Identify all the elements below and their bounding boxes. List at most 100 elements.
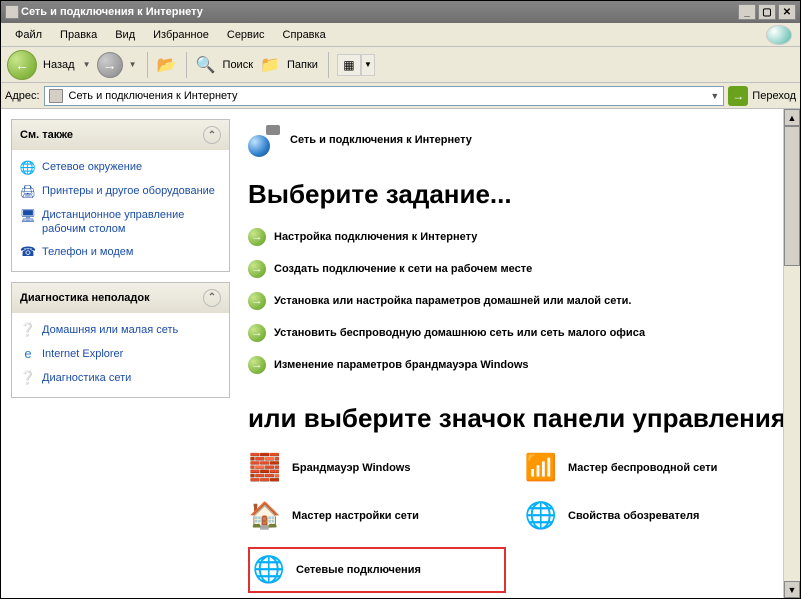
collapse-icon[interactable]: ⌃	[203, 289, 221, 307]
sidebar-item-net-diag[interactable]: ❔ Диагностика сети	[20, 367, 221, 391]
brand-logo-icon	[766, 25, 792, 45]
maximize-button[interactable]: ▢	[758, 4, 776, 20]
sidebar-item-phone[interactable]: ☎Телефон и модем	[20, 241, 221, 265]
ie-icon: e	[20, 347, 36, 363]
task-label: Изменение параметров брандмауэра Windows	[274, 359, 529, 371]
window-title: Сеть и подключения к Интернету	[21, 6, 203, 18]
printer-icon: 🖨	[20, 184, 36, 200]
go-label[interactable]: Переход	[752, 90, 796, 102]
see-also-header[interactable]: См. также ⌃	[12, 120, 229, 150]
arrow-icon: →	[248, 324, 266, 342]
scroll-thumb[interactable]	[784, 126, 800, 266]
breadcrumb: Сеть и подключения к Интернету	[290, 134, 472, 146]
divider	[328, 52, 329, 78]
address-icon	[49, 89, 63, 103]
cp-item-wireless-wizard[interactable]: 📶 Мастер беспроводной сети	[524, 451, 782, 485]
task-label: Установить беспроводную домашнюю сеть ил…	[274, 327, 645, 339]
cp-item-firewall[interactable]: 🧱 Брандмауэр Windows	[248, 451, 506, 485]
cp-item-label: Мастер настройки сети	[292, 510, 419, 522]
view-mode-dropdown[interactable]: ▼	[361, 54, 375, 76]
sidebar-item-label: Диагностика сети	[42, 371, 131, 385]
sidebar-item-label: Internet Explorer	[42, 347, 123, 361]
folders-icon[interactable]: 📁	[259, 54, 281, 76]
address-label: Адрес:	[5, 90, 40, 102]
diagnostics-header[interactable]: Диагностика неполадок ⌃	[12, 283, 229, 313]
sidebar-item-network-places[interactable]: 🌐 Сетевое окружение	[20, 156, 221, 180]
cp-item-label: Свойства обозревателя	[568, 510, 699, 522]
collapse-icon[interactable]: ⌃	[203, 126, 221, 144]
folders-label: Папки	[285, 59, 320, 71]
task-link[interactable]: → Изменение параметров брандмауэра Window…	[248, 356, 792, 374]
forward-button[interactable]: →	[97, 52, 123, 78]
firewall-icon: 🧱	[248, 451, 282, 485]
network-places-icon: 🌐	[20, 160, 36, 176]
minimize-button[interactable]: _	[738, 4, 756, 20]
globe-icon: 🌐	[524, 499, 558, 533]
task-link[interactable]: → Установить беспроводную домашнюю сеть и…	[248, 324, 792, 342]
see-also-title: См. также	[20, 129, 73, 141]
toolbar: ← Назад ▼ → ▼ 📂 🔍 Поиск 📁 Папки ▦ ▼	[1, 47, 800, 83]
sidebar-item-label: Домашняя или малая сеть	[42, 323, 178, 337]
menu-edit[interactable]: Правка	[52, 27, 105, 43]
forward-dropdown[interactable]: ▼	[127, 60, 139, 69]
help-icon: ❔	[20, 323, 36, 339]
search-icon[interactable]: 🔍	[195, 54, 217, 76]
address-dropdown[interactable]: ▼	[710, 91, 719, 101]
arrow-icon: →	[248, 260, 266, 278]
wireless-icon: 📶	[524, 451, 558, 485]
menu-file[interactable]: Файл	[7, 27, 50, 43]
up-folder-icon[interactable]: 📂	[156, 54, 178, 76]
category-icon	[248, 123, 282, 157]
arrow-icon: →	[248, 356, 266, 374]
cp-item-network-wizard[interactable]: 🏠Мастер настройки сети	[248, 499, 506, 533]
divider	[147, 52, 148, 78]
scroll-down-button[interactable]: ▼	[784, 581, 800, 598]
menu-view[interactable]: Вид	[107, 27, 143, 43]
close-button[interactable]: ✕	[778, 4, 796, 20]
back-dropdown[interactable]: ▼	[81, 60, 93, 69]
task-label: Настройка подключения к Интернету	[274, 231, 477, 243]
sidebar-item-remote[interactable]: 🖥 Дистанционное управление рабочим столом	[20, 204, 221, 241]
cp-item-internet-options[interactable]: 🌐 Свойства обозревателя	[524, 499, 782, 533]
address-value: Сеть и подключения к Интернету	[69, 90, 238, 102]
menu-tools[interactable]: Сервис	[219, 27, 273, 43]
go-button[interactable]: →	[728, 86, 748, 106]
back-button[interactable]: ←	[7, 50, 37, 80]
sidebar-item-ie[interactable]: e Internet Explorer	[20, 343, 221, 367]
view-mode-button[interactable]: ▦	[337, 54, 361, 76]
scroll-up-button[interactable]: ▲	[784, 109, 800, 126]
remote-icon: 🖥	[20, 208, 36, 224]
sidebar-item-printers[interactable]: 🖨 Принтеры и другое оборудование	[20, 180, 221, 204]
search-label: Поиск	[221, 59, 255, 71]
cp-item-label: Мастер беспроводной сети	[568, 462, 717, 474]
address-input[interactable]: Сеть и подключения к Интернету ▼	[44, 86, 725, 106]
cp-item-label: Брандмауэр Windows	[292, 462, 410, 474]
sidebar-item-home-net[interactable]: ❔ Домашняя или малая сеть	[20, 319, 221, 343]
sidebar-item-label: Дистанционное управление рабочим столом	[42, 208, 221, 237]
sidebar-item-label: Сетевое окружение	[42, 160, 142, 174]
main-content: Сеть и подключения к Интернету Выберите …	[240, 109, 800, 598]
help-icon: ❔	[20, 371, 36, 387]
task-label: Создать подключение к сети на рабочем ме…	[274, 263, 532, 275]
diagnostics-panel: Диагностика неполадок ⌃ ❔ Домашняя или ма…	[11, 282, 230, 398]
task-link[interactable]: → Создать подключение к сети на рабочем м…	[248, 260, 792, 278]
task-link[interactable]: →Установка или настройка параметров дома…	[248, 292, 792, 310]
sidebar-item-label: Принтеры и другое оборудование	[42, 184, 215, 198]
menu-favorites[interactable]: Избранное	[145, 27, 217, 43]
heading-pick-task: Выберите задание...	[248, 179, 792, 210]
heading-pick-icon: или выберите значок панели управления	[248, 404, 792, 433]
cp-item-label: Сетевые подключения	[296, 564, 421, 576]
cp-item-network-connections[interactable]: 🌐Сетевые подключения	[248, 547, 506, 593]
title-bar: Сеть и подключения к Интернету _ ▢ ✕	[1, 1, 800, 23]
menu-help[interactable]: Справка	[275, 27, 334, 43]
see-also-panel: См. также ⌃ 🌐 Сетевое окружение 🖨 Принтеры…	[11, 119, 230, 272]
sidebar-item-label: Телефон и модем	[42, 245, 133, 259]
arrow-icon: →	[248, 292, 266, 310]
diagnostics-title: Диагностика неполадок	[20, 292, 150, 304]
menu-bar: Файл Правка Вид Избранное Сервис Справка	[1, 23, 800, 47]
task-link[interactable]: → Настройка подключения к Интернету	[248, 228, 792, 246]
arrow-icon: →	[248, 228, 266, 246]
address-bar: Адрес: Сеть и подключения к Интернету ▼ …	[1, 83, 800, 109]
back-label: Назад	[41, 59, 77, 71]
scrollbar[interactable]: ▲ ▼	[783, 109, 800, 598]
